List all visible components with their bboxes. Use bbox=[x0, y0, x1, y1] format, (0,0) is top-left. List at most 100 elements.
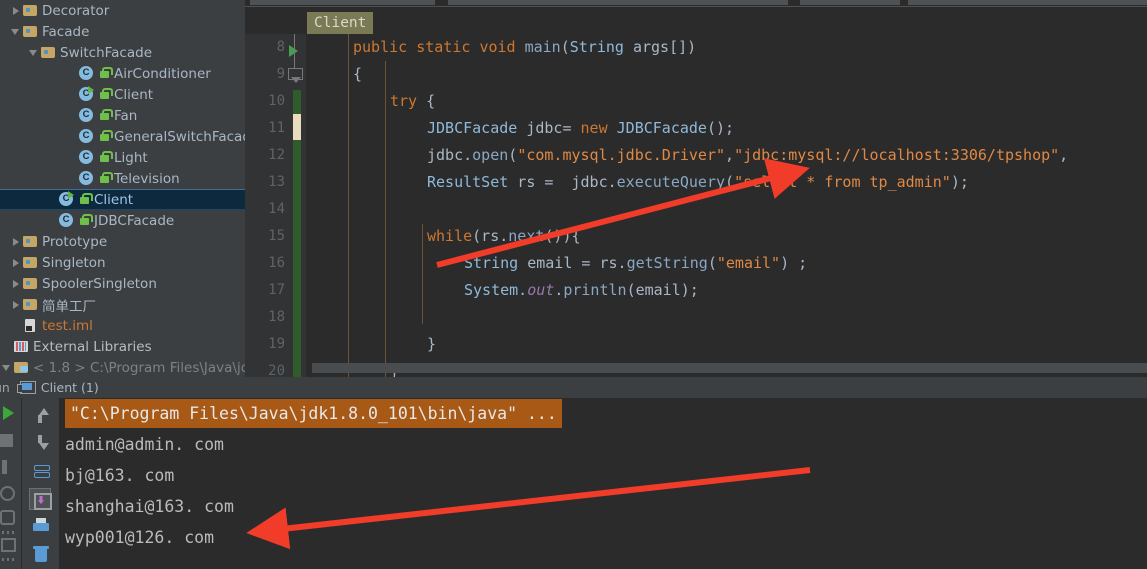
code-text: { bbox=[353, 65, 363, 83]
tree-item-generalswitchfacade[interactable]: GeneralSwitchFacade bbox=[0, 126, 245, 147]
run-configuration-tab[interactable]: Client (1) bbox=[41, 380, 99, 395]
folder-icon bbox=[22, 3, 39, 18]
tree-item-label: Light bbox=[114, 149, 148, 166]
tree-item-label: Client bbox=[94, 191, 134, 208]
folder-icon bbox=[22, 234, 39, 249]
code-text: try { bbox=[390, 92, 436, 110]
scroll-down-icon[interactable] bbox=[30, 432, 52, 454]
code-line[interactable]: 15 while(rs.next()){ bbox=[245, 223, 1147, 250]
code-line[interactable]: 13 ResultSet rs = jdbc.executeQuery("sele… bbox=[245, 169, 1147, 196]
code-line[interactable]: 18 bbox=[245, 304, 1147, 331]
tree-item-client[interactable]: Client bbox=[0, 189, 245, 210]
code-line[interactable]: 17 System.out.println(email); bbox=[245, 277, 1147, 304]
folder-icon bbox=[22, 276, 39, 291]
chevron-closed-icon[interactable] bbox=[9, 4, 22, 17]
code-lines[interactable]: 8 public static void main(String args[]) 9… bbox=[245, 34, 1147, 377]
chevron-closed-icon[interactable] bbox=[9, 235, 22, 248]
line-number: 19 bbox=[268, 336, 285, 352]
console-icon bbox=[16, 380, 36, 395]
chevron-open-icon[interactable] bbox=[9, 25, 22, 38]
tree-item-facade[interactable]: Facade bbox=[0, 21, 245, 42]
intellij-idea-window: Decorator Facade SwitchFacade AirConditione… bbox=[0, 0, 1147, 569]
code-line[interactable]: 8 public static void main(String args[]) bbox=[245, 34, 1147, 61]
console-command-line-row: "C:\Program Files\Java\jdk1.8.0_101\bin\… bbox=[60, 398, 1147, 429]
tree-item-label: Television bbox=[114, 170, 180, 187]
scroll-to-end-icon[interactable] bbox=[29, 488, 52, 510]
tree-item-external-libraries[interactable]: External Libraries bbox=[0, 336, 245, 357]
tree-item-fan[interactable]: Fan bbox=[0, 105, 245, 126]
code-text: ResultSet rs = jdbc.executeQuery("select… bbox=[427, 173, 969, 191]
console-output-line: bj@163. com bbox=[65, 466, 175, 485]
tree-item-light[interactable]: Light bbox=[0, 147, 245, 168]
line-number: 15 bbox=[268, 228, 285, 244]
run-control-strip[interactable] bbox=[0, 398, 22, 569]
public-lock-icon bbox=[78, 213, 93, 228]
project-tree-panel[interactable]: Decorator Facade SwitchFacade AirConditione… bbox=[0, 0, 245, 377]
folder-icon bbox=[40, 45, 57, 60]
class-icon bbox=[78, 171, 95, 186]
public-lock-icon bbox=[98, 87, 113, 102]
iml-file-icon bbox=[22, 318, 39, 333]
code-line[interactable]: 10 try { bbox=[245, 88, 1147, 115]
code-line[interactable]: 9{ bbox=[245, 61, 1147, 88]
console-output[interactable]: "C:\Program Files\Java\jdk1.8.0_101\bin\… bbox=[60, 398, 1147, 569]
line-number: 9 bbox=[276, 66, 285, 82]
tree-item-switchfacade[interactable]: SwitchFacade bbox=[0, 42, 245, 63]
class-icon bbox=[78, 66, 95, 81]
code-line[interactable]: 11 JDBCFacade jdbc= new JDBCFacade(); bbox=[245, 115, 1147, 142]
code-line[interactable]: 16 String email = rs.getString("email") ; bbox=[245, 250, 1147, 277]
chevron-closed-icon[interactable] bbox=[9, 256, 22, 269]
folder-icon bbox=[22, 24, 39, 39]
tree-item-label: JDBCFacade bbox=[94, 212, 175, 229]
indent-guide bbox=[385, 61, 386, 377]
tree-item-1-8-c-program-files-java-jdk[interactable]: < 1.8 > C:\Program Files\Java\jdk bbox=[0, 357, 245, 377]
line-number: 12 bbox=[268, 147, 285, 163]
tree-item-test-iml[interactable]: test.iml bbox=[0, 315, 245, 336]
chevron-open-icon[interactable] bbox=[27, 46, 40, 59]
code-line[interactable]: 12 jdbc.open("com.mysql.jdbc.Driver","jdb… bbox=[245, 142, 1147, 169]
jdk-icon bbox=[13, 360, 30, 375]
code-editor[interactable]: Client 8 public static void main(String a… bbox=[245, 6, 1147, 377]
tree-item-prototype[interactable]: Prototype bbox=[0, 231, 245, 252]
run-tool-window: un Client (1) "C:\Program Files\Java\jdk… bbox=[0, 377, 1147, 569]
tree-item-airconditioner[interactable]: AirConditioner bbox=[0, 63, 245, 84]
print-icon[interactable] bbox=[30, 516, 52, 538]
tree-item-decorator[interactable]: Decorator bbox=[0, 0, 245, 21]
tree-item-jdbcfacade[interactable]: JDBCFacade bbox=[0, 210, 245, 231]
stop-icon[interactable] bbox=[0, 434, 13, 447]
tree-item-television[interactable]: Television bbox=[0, 168, 245, 189]
code-line[interactable]: 19} bbox=[245, 331, 1147, 358]
editor-horizontal-scrollbar[interactable] bbox=[312, 363, 1147, 373]
libraries-icon bbox=[13, 339, 30, 354]
trash-icon[interactable] bbox=[30, 544, 52, 566]
public-lock-icon bbox=[98, 66, 113, 81]
tree-item-[interactable]: 简单工厂 bbox=[0, 294, 245, 315]
tree-item-singleton[interactable]: Singleton bbox=[0, 252, 245, 273]
chevron-closed-icon[interactable] bbox=[9, 277, 22, 290]
filter-icon[interactable] bbox=[0, 510, 15, 525]
chevron-open-icon[interactable] bbox=[0, 361, 13, 374]
chevron-closed-icon[interactable] bbox=[9, 298, 22, 311]
run-tab-header[interactable]: un Client (1) bbox=[0, 377, 1147, 398]
tree-item-spoolersingleton[interactable]: SpoolerSingleton bbox=[0, 273, 245, 294]
tree-item-client[interactable]: Client bbox=[0, 84, 245, 105]
soft-wrap-icon[interactable] bbox=[30, 460, 52, 482]
line-number: 8 bbox=[276, 39, 285, 55]
console-toolbar[interactable] bbox=[22, 398, 60, 569]
settings-icon[interactable] bbox=[0, 486, 15, 501]
pause-icon[interactable] bbox=[2, 460, 7, 474]
layout-icon[interactable] bbox=[1, 538, 16, 552]
scroll-up-icon[interactable] bbox=[30, 404, 52, 426]
indent-guide bbox=[422, 224, 423, 324]
code-line[interactable]: 14 bbox=[245, 196, 1147, 223]
line-number: 18 bbox=[268, 309, 285, 325]
rerun-icon[interactable] bbox=[3, 406, 14, 420]
